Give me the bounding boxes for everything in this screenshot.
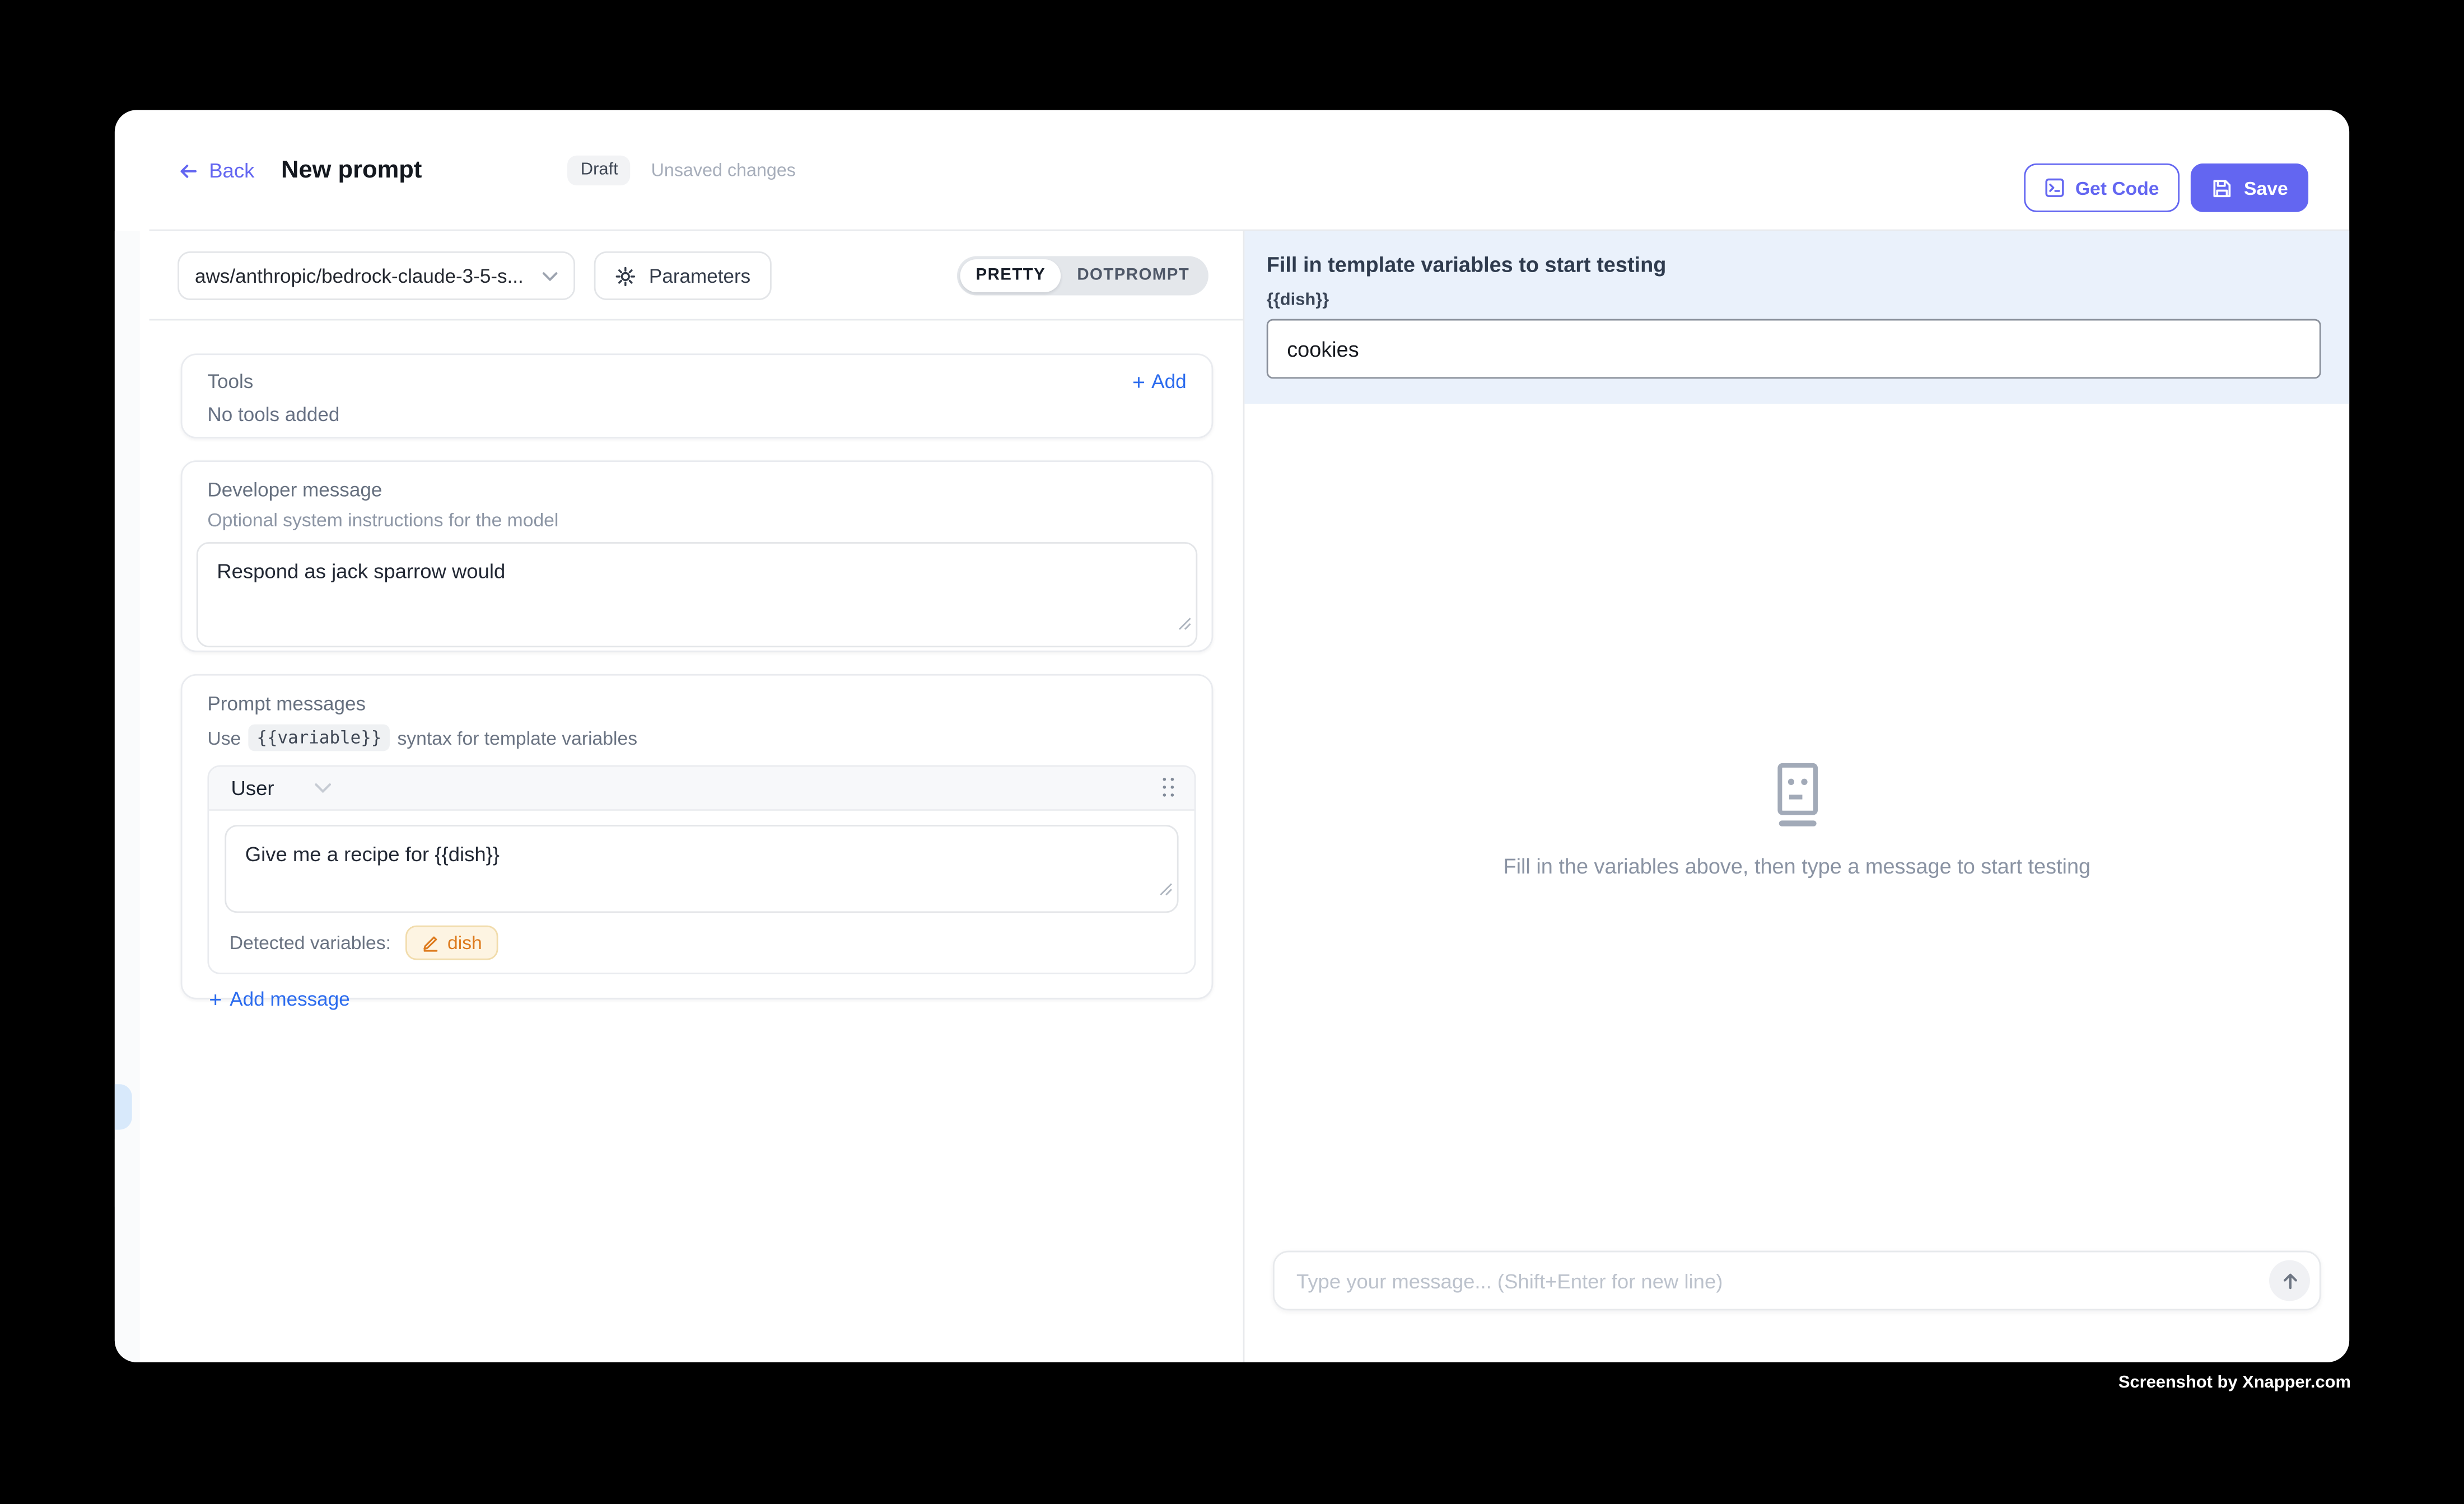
hint-prefix: Use <box>207 727 241 749</box>
test-panel: Fill in template variables to start test… <box>1244 231 2349 1362</box>
toggle-pretty[interactable]: PRETTY <box>960 259 1061 292</box>
plus-icon: + <box>209 988 222 1010</box>
tools-card: Tools + Add No tools added <box>181 353 1214 438</box>
save-icon <box>2211 177 2233 199</box>
save-label: Save <box>2244 177 2288 199</box>
developer-message-subtitle: Optional system instructions for the mod… <box>207 509 1197 531</box>
detected-variables-row: Detected variables: dish <box>230 926 1179 960</box>
unsaved-changes-label: Unsaved changes <box>651 161 796 180</box>
drag-handle-icon[interactable] <box>1163 778 1175 798</box>
plus-icon: + <box>1132 371 1145 393</box>
editor-toolbar: aws/anthropic/bedrock-claude-3-5-s... Pa… <box>115 231 1243 320</box>
save-button[interactable]: Save <box>2191 164 2309 212</box>
editor-cards: Tools + Add No tools added Developer mes… <box>115 320 1243 1362</box>
dish-variable-input[interactable] <box>1267 319 2321 379</box>
sidebar-active-item[interactable] <box>115 1084 132 1129</box>
model-select-value: aws/anthropic/bedrock-claude-3-5-s... <box>195 265 530 287</box>
chat-input-bar <box>1273 1251 2321 1311</box>
developer-message-card: Developer message Optional system instru… <box>181 460 1214 652</box>
add-message-button[interactable]: + Add message <box>209 988 349 1010</box>
hint-suffix: syntax for template variables <box>397 727 637 749</box>
empty-state-text: Fill in the variables above, then type a… <box>1503 855 2090 879</box>
terminal-icon <box>2044 178 2064 198</box>
gear-icon <box>614 265 636 287</box>
header: Back New prompt Draft Unsaved changes Ge… <box>115 110 2349 231</box>
parameters-button[interactable]: Parameters <box>594 251 771 300</box>
message-header: User <box>209 767 1194 811</box>
page-title: New prompt <box>281 156 422 185</box>
detected-variables-label: Detected variables: <box>230 932 391 954</box>
view-mode-toggle: PRETTY DOTPROMPT <box>957 256 1208 295</box>
variable-chip[interactable]: dish <box>405 926 498 960</box>
role-select-value: User <box>231 776 274 800</box>
chevron-down-icon <box>315 782 332 793</box>
watermark: Screenshot by Xnapper.com <box>2118 1374 2351 1393</box>
prompt-messages-title: Prompt messages <box>207 693 1189 714</box>
edit-pencil-icon <box>421 933 440 952</box>
robot-icon <box>1762 762 1831 828</box>
sidebar-strip <box>115 231 140 1362</box>
message-textarea[interactable]: Give me a recipe for {{dish}} <box>225 825 1178 913</box>
prompt-messages-card: Prompt messages Use {{variable}} syntax … <box>181 674 1214 999</box>
variables-panel-title: Fill in template variables to start test… <box>1267 253 2321 277</box>
get-code-button[interactable]: Get Code <box>2023 164 2180 212</box>
role-select[interactable]: User <box>231 776 332 800</box>
screenshot-stage: Back New prompt Draft Unsaved changes Ge… <box>0 0 2464 1503</box>
tools-title: Tools <box>207 371 253 393</box>
parameters-label: Parameters <box>649 265 750 287</box>
chevron-down-icon <box>542 271 558 281</box>
template-variables-panel: Fill in template variables to start test… <box>1244 231 2349 404</box>
chat-message-input[interactable] <box>1293 1267 2269 1294</box>
add-message-label: Add message <box>230 988 349 1010</box>
template-hint: Use {{variable}} syntax for template var… <box>207 725 1189 751</box>
add-tool-button[interactable]: + Add <box>1132 371 1187 393</box>
back-label: Back <box>209 158 254 182</box>
message-body: Give me a recipe for {{dish}} Detected v… <box>209 811 1194 973</box>
send-button[interactable] <box>2269 1260 2310 1301</box>
add-tool-label: Add <box>1151 371 1186 393</box>
variable-chip-label: dish <box>447 932 482 954</box>
header-actions: Get Code Save <box>2023 164 2308 212</box>
get-code-label: Get Code <box>2075 177 2159 199</box>
arrow-up-icon <box>2279 1271 2299 1291</box>
dish-variable-label: {{dish}} <box>1267 291 2321 310</box>
status-badge: Draft <box>568 156 631 185</box>
tools-empty-text: No tools added <box>207 404 1186 426</box>
chat-empty-state: Fill in the variables above, then type a… <box>1244 762 2349 879</box>
prompt-editor-panel: aws/anthropic/bedrock-claude-3-5-s... Pa… <box>115 231 1245 1362</box>
model-select[interactable]: aws/anthropic/bedrock-claude-3-5-s... <box>178 251 575 300</box>
developer-message-title: Developer message <box>207 479 1197 501</box>
back-button[interactable]: Back <box>178 158 254 182</box>
back-arrow-icon <box>178 160 199 181</box>
developer-message-textarea[interactable]: Respond as jack sparrow would <box>197 542 1197 647</box>
app-window: Back New prompt Draft Unsaved changes Ge… <box>115 110 2349 1362</box>
toggle-dotprompt[interactable]: DOTPROMPT <box>1061 259 1205 292</box>
message-block: User Give me a recipe for {{dish}} <box>207 765 1196 974</box>
variable-syntax-chip: {{variable}} <box>249 725 389 751</box>
